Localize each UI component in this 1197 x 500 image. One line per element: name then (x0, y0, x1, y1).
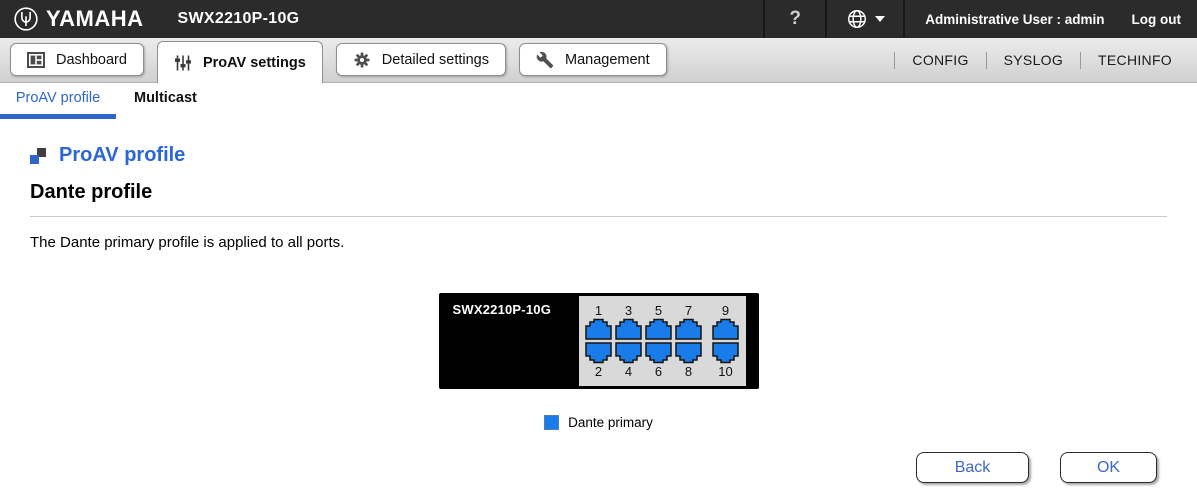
globe-icon (847, 10, 866, 28)
page-content: ProAV profile Dante profile The Dante pr… (0, 144, 1197, 483)
main-tabs: Dashboard ProAV settings Detailed settin… (10, 38, 667, 83)
tab-management[interactable]: Management (519, 43, 667, 76)
techinfo-link[interactable]: TECHINFO (1081, 52, 1189, 68)
tab-label: Management (565, 51, 650, 68)
quick-links: CONFIG SYSLOG TECHINFO (894, 38, 1189, 82)
port-number-bottom: 8 (684, 364, 693, 379)
help-icon: ? (789, 8, 802, 29)
page-heading: Dante profile (30, 181, 153, 203)
main-tabbar: Dashboard ProAV settings Detailed settin… (0, 38, 1197, 83)
divider (903, 0, 906, 38)
brand-name: YAMAHA (46, 6, 144, 31)
subtab-proav-profile[interactable]: ProAV profile (0, 90, 116, 119)
rj45-port-icon (585, 318, 612, 340)
port-number-top: 7 (684, 303, 693, 318)
topbar-right: ? Administrative User : admin Log out (763, 0, 1197, 38)
rj45-port-icon (675, 342, 702, 364)
page-description: The Dante primary profile is applied to … (30, 234, 345, 251)
port-number-bottom: 4 (624, 364, 633, 379)
config-link[interactable]: CONFIG (895, 52, 985, 68)
overlapping-squares-icon (30, 147, 46, 164)
rj45-port-icon (712, 342, 739, 364)
subtab-bar: ProAV profile Multicast (0, 83, 1197, 119)
port-number-top: 5 (654, 303, 663, 318)
back-button[interactable]: Back (916, 452, 1029, 483)
port-panel-grid: 1 2 3 4 5 6 7 8 9 10 (578, 296, 746, 386)
port-column: 9 10 (712, 303, 739, 379)
port-number-top: 1 (594, 303, 603, 318)
action-buttons: Back OK (0, 452, 1157, 483)
tab-label: Detailed settings (381, 51, 489, 68)
port-column: 5 6 (645, 303, 672, 379)
chevron-down-icon (874, 16, 885, 22)
legend-label: Dante primary (568, 415, 653, 430)
language-button[interactable] (827, 0, 903, 38)
section-title: ProAV profile (59, 144, 186, 166)
port-column: 7 8 (675, 303, 702, 379)
logout-button[interactable]: Log out (1132, 12, 1181, 27)
logged-in-user-label: Administrative User : admin (925, 11, 1105, 27)
ok-button[interactable]: OK (1060, 452, 1157, 483)
port-number-bottom: 2 (594, 364, 603, 379)
device-title: SWX2210P-10G (177, 10, 300, 27)
rj45-port-icon (615, 318, 642, 340)
port-column: 3 4 (615, 303, 642, 379)
rj45-port-icon (585, 342, 612, 364)
port-number-top: 3 (624, 303, 633, 318)
legend: Dante primary (0, 415, 1197, 430)
port-column: 1 2 (585, 303, 612, 379)
port-number-top: 9 (721, 303, 730, 318)
gear-icon (354, 52, 370, 67)
port-number-bottom: 6 (654, 364, 663, 379)
syslog-link[interactable]: SYSLOG (987, 52, 1080, 68)
port-number-bottom: 10 (718, 364, 733, 379)
dashboard-icon (27, 51, 45, 68)
tab-detailed-settings[interactable]: Detailed settings (335, 43, 506, 76)
tab-proav-settings[interactable]: ProAV settings (156, 41, 323, 83)
tab-label: ProAV settings (202, 54, 306, 71)
rj45-port-icon (645, 318, 672, 340)
tab-label: Dashboard (56, 51, 127, 68)
rj45-port-icon (712, 318, 739, 340)
brand-logo: YAMAHA (13, 6, 144, 32)
topbar: YAMAHA SWX2210P-10G ? Administrative Use… (0, 0, 1197, 38)
switch-model-label: SWX2210P-10G (452, 302, 552, 317)
section-title-row: ProAV profile (30, 144, 1197, 167)
rj45-port-icon (675, 318, 702, 340)
subtab-multicast[interactable]: Multicast (134, 90, 197, 119)
rj45-port-icon (645, 342, 672, 364)
rj45-port-icon (615, 342, 642, 364)
wrench-icon (536, 51, 554, 68)
yamaha-tuning-fork-icon (14, 7, 38, 31)
tab-dashboard[interactable]: Dashboard (10, 43, 144, 76)
switch-diagram: SWX2210P-10G 1 2 3 4 5 6 7 8 9 10 (438, 293, 759, 389)
legend-color-swatch (544, 415, 560, 430)
heading-divider (30, 216, 1167, 217)
faders-icon (174, 55, 191, 70)
help-button[interactable]: ? (765, 0, 825, 38)
